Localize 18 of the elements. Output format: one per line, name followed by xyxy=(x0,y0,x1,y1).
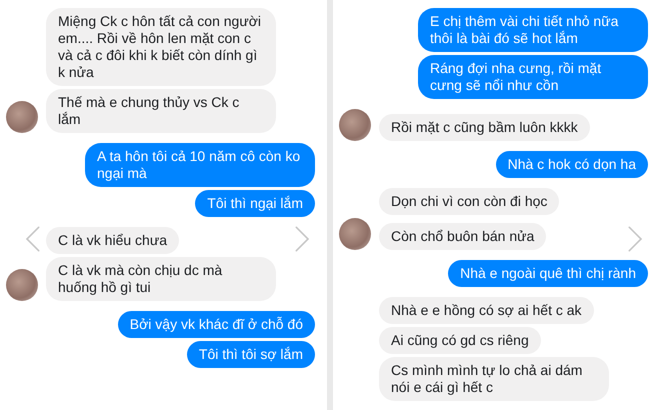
message-bubble: Ai cũng có gd cs riêng xyxy=(379,327,541,354)
message-bubble: Dọn chi vì con còn đi học xyxy=(379,188,560,215)
message-bubble: Bởi vậy vk khác đĩ ở chỗ đó xyxy=(118,311,315,338)
message-bubble: Nhà e e hồng có sợ ai hết c ak xyxy=(379,297,594,324)
message-bubble: Ráng đợi nha cưng, rồi mặt cưng sẽ nổi như cồn xyxy=(418,55,648,99)
message-bubble: Nhà c hok có dọn ha xyxy=(496,151,648,178)
message-bubble: Còn chổ buôn bán nửa xyxy=(379,223,546,250)
message-bubble: E chị thêm vài chi tiết nhỏ nữa thôi là bài đó sẽ hot lắm xyxy=(418,8,648,52)
message-bubble: Tôi thì tôi sợ lắm xyxy=(186,341,315,368)
message-bubble: C là vk hiểu chưa xyxy=(46,227,179,254)
message-bubble: C là vk mà còn chịu dc mà huống hồ gì tui xyxy=(46,257,276,301)
message-bubble: Miệng Ck c hôn tất cả con người em.... Rồi về hôn len mặt con c và cả c đôi khi k biết còn dính gì k nửa xyxy=(46,8,276,86)
message-bubble: Tôi thì ngại lắm xyxy=(195,190,315,217)
message-bubble: A ta hôn tôi cả 10 năm cô còn ko ngại mà xyxy=(85,143,315,187)
message-bubble: Rồi mặt c cũng bầm luôn kkkk xyxy=(379,114,590,141)
message-bubble: Thế mà e chung thủy vs Ck c lắm xyxy=(46,89,276,133)
message-bubble: Nhà e ngoài quê thì chị rành xyxy=(448,260,648,287)
message-bubble: Cs mình mình tự lo chả ai dám nói e cái gì hết c xyxy=(379,357,609,401)
